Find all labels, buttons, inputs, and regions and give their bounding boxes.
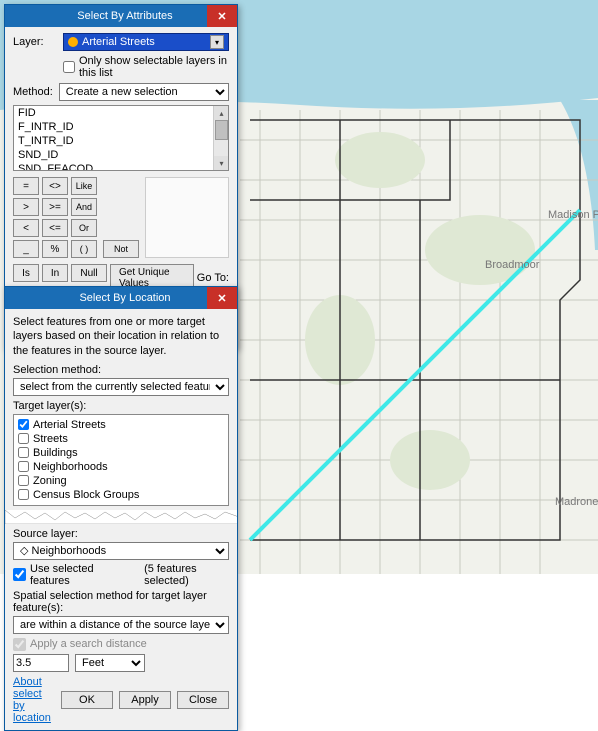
use-selected-label: Use selected features	[30, 563, 120, 587]
only-selectable-checkbox[interactable]: Only show selectable layers in this list	[63, 55, 229, 79]
apply-button[interactable]: Apply	[119, 691, 171, 709]
layer-icon	[68, 37, 78, 47]
close-button[interactable]: ✕	[207, 5, 237, 27]
op-percent[interactable]: %	[42, 240, 68, 258]
layer-dropdown[interactable]: Arterial Streets ▾	[63, 33, 229, 51]
dialog-title: Select By Location	[13, 292, 237, 304]
op-ne[interactable]: <>	[42, 177, 68, 195]
op-gt[interactable]: >	[13, 198, 39, 216]
field-list[interactable]: FID F_INTR_ID T_INTR_ID SND_ID SND_FEACO…	[13, 105, 229, 171]
apply-distance-label: Apply a search distance	[30, 638, 147, 650]
op-like[interactable]: Like	[71, 177, 97, 195]
scroll-thumb[interactable]	[215, 120, 228, 140]
op-is[interactable]: Is	[13, 264, 39, 282]
field-item[interactable]: F_INTR_ID	[14, 120, 228, 134]
torn-edge	[5, 510, 237, 524]
dialog-titlebar[interactable]: Select By Attributes ✕	[5, 5, 237, 27]
target-layer-list[interactable]: Arterial Streets Streets Buildings Neigh…	[13, 414, 229, 506]
unique-values-list[interactable]	[145, 177, 229, 258]
layer-checkbox-item[interactable]: Neighborhoods	[18, 460, 224, 474]
op-le[interactable]: <=	[42, 219, 68, 237]
target-layers-label: Target layer(s):	[13, 400, 229, 412]
field-item[interactable]: FID	[14, 106, 228, 120]
ok-button[interactable]: OK	[61, 691, 113, 709]
close-icon: ✕	[217, 292, 226, 305]
op-lt[interactable]: <	[13, 219, 39, 237]
apply-distance-checkbox[interactable]: Apply a search distance	[13, 638, 229, 651]
map-label-madison-park: Madison Park	[548, 209, 598, 221]
about-link[interactable]: About select by location	[13, 676, 53, 724]
layer-checkbox-item[interactable]: Arterial Streets	[18, 418, 224, 432]
op-paren[interactable]: ( )	[71, 240, 97, 258]
op-underscore[interactable]: _	[13, 240, 39, 258]
op-and[interactable]: And	[71, 198, 97, 216]
scroll-down-icon[interactable]: ▾	[214, 156, 229, 170]
method-label: Method:	[13, 86, 53, 98]
only-selectable-input[interactable]	[63, 61, 75, 73]
distance-unit-dropdown[interactable]: Feet	[75, 654, 145, 672]
spatial-method-dropdown[interactable]: are within a distance of the source laye…	[13, 616, 229, 634]
op-not[interactable]: Not	[103, 240, 139, 258]
scroll-up-icon[interactable]: ▴	[214, 106, 229, 120]
layer-checkbox-item[interactable]: Zoning	[18, 474, 224, 488]
layer-checkbox-item[interactable]: Census Block Groups	[18, 488, 224, 502]
close-button[interactable]: ✕	[207, 287, 237, 309]
map-label-broadmoor: Broadmoor	[485, 259, 540, 271]
goto-label: Go To:	[197, 272, 229, 284]
field-item[interactable]: SND_ID	[14, 148, 228, 162]
dialog-title: Select By Attributes	[13, 10, 237, 22]
chevron-down-icon: ▾	[210, 35, 224, 49]
op-ge[interactable]: >=	[42, 198, 68, 216]
distance-input[interactable]	[13, 654, 69, 672]
select-by-location-dialog: Select By Location ✕ Select features fro…	[4, 286, 238, 731]
map-label-madrone: Madrone	[555, 496, 598, 508]
op-in[interactable]: In	[42, 264, 68, 282]
dialog-titlebar[interactable]: Select By Location ✕	[5, 287, 237, 309]
source-layer-label: Source layer:	[13, 528, 229, 540]
use-selected-checkbox[interactable]: Use selected features (5 features select…	[13, 563, 229, 587]
selected-count: (5 features selected)	[144, 563, 229, 587]
op-null[interactable]: Null	[71, 264, 107, 282]
operator-grid: = <> Like > >= And < <= Or _ % ( )	[13, 177, 97, 258]
close-button[interactable]: Close	[177, 691, 229, 709]
spatial-method-label: Spatial selection method for target laye…	[13, 590, 229, 614]
op-or[interactable]: Or	[71, 219, 97, 237]
method-dropdown[interactable]: Create a new selection	[59, 83, 229, 101]
layer-label: Layer:	[13, 36, 57, 48]
op-eq[interactable]: =	[13, 177, 39, 195]
only-selectable-label: Only show selectable layers in this list	[79, 55, 229, 79]
source-layer-dropdown[interactable]: ◇ Neighborhoods	[13, 542, 229, 560]
layer-checkbox-item[interactable]: Streets	[18, 432, 224, 446]
field-item[interactable]: SND_FEACOD	[14, 162, 228, 171]
layer-value: Arterial Streets	[82, 36, 155, 48]
intro-text: Select features from one or more target …	[13, 315, 229, 358]
layer-checkbox-item[interactable]: Buildings	[18, 446, 224, 460]
scrollbar[interactable]: ▴ ▾	[213, 106, 228, 170]
field-item[interactable]: T_INTR_ID	[14, 134, 228, 148]
close-icon: ✕	[217, 10, 226, 23]
selection-method-dropdown[interactable]: select from the currently selected featu…	[13, 378, 229, 396]
selection-method-label: Selection method:	[13, 364, 229, 376]
